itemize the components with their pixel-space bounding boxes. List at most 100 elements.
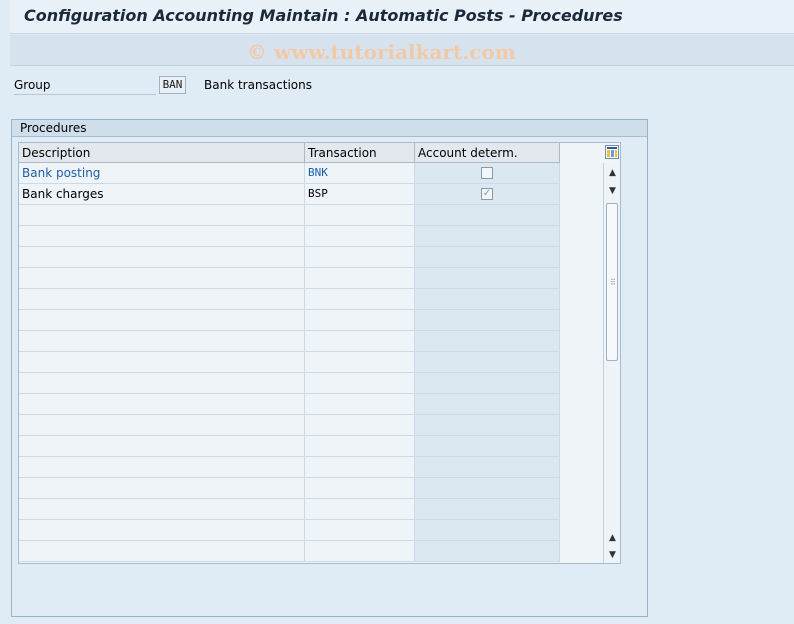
cell-account-determ [415, 457, 560, 477]
cell-description[interactable] [19, 310, 305, 330]
cell-description[interactable] [19, 373, 305, 393]
scrollbar-thumb[interactable]: ⠿ [606, 203, 618, 361]
table-row[interactable]: Bank charges BSP ✓ [19, 184, 560, 205]
table-row[interactable] [19, 247, 560, 268]
cell-account-determ [415, 352, 560, 372]
cell-transaction[interactable]: BSP [305, 184, 415, 204]
account-determ-checkbox[interactable]: ✓ [481, 188, 493, 200]
cell-description[interactable] [19, 499, 305, 519]
cell-transaction[interactable] [305, 373, 415, 393]
cell-description[interactable] [19, 205, 305, 225]
cell-description[interactable]: Bank posting [19, 163, 305, 183]
table-row[interactable] [19, 310, 560, 331]
cell-description[interactable] [19, 415, 305, 435]
title-bar: Configuration Accounting Maintain : Auto… [10, 0, 794, 34]
table-row[interactable] [19, 457, 560, 478]
cell-account-determ [415, 520, 560, 540]
cell-description[interactable]: Bank charges [19, 184, 305, 204]
cell-description[interactable] [19, 247, 305, 267]
cell-transaction[interactable] [305, 289, 415, 309]
cell-account-determ [415, 247, 560, 267]
scroll-page-down-arrow-icon[interactable]: ▼ [606, 549, 619, 561]
cell-transaction[interactable] [305, 352, 415, 372]
cell-account-determ [415, 289, 560, 309]
vertical-scrollbar[interactable]: ▲ ▼ ⠿ ▲ ▼ [603, 163, 620, 563]
grip-icon: ⠿ [610, 278, 616, 287]
cell-account-determ: ✓ [415, 184, 560, 204]
watermark: © www.tutorialkart.com [247, 40, 516, 64]
cell-account-determ [415, 541, 560, 561]
cell-account-determ [415, 226, 560, 246]
table-row[interactable] [19, 331, 560, 352]
scroll-page-up-arrow-icon[interactable]: ▲ [606, 532, 619, 544]
cell-account-determ [415, 268, 560, 288]
cell-transaction[interactable] [305, 310, 415, 330]
cell-transaction[interactable] [305, 394, 415, 414]
cell-transaction[interactable] [305, 205, 415, 225]
table-row[interactable] [19, 205, 560, 226]
cell-account-determ [415, 310, 560, 330]
cell-transaction[interactable] [305, 478, 415, 498]
cell-account-determ [415, 478, 560, 498]
column-header-account-determ[interactable]: Account determ. [415, 143, 560, 163]
cell-transaction[interactable] [305, 457, 415, 477]
cell-transaction[interactable] [305, 331, 415, 351]
cell-transaction[interactable] [305, 541, 415, 561]
column-header-transaction[interactable]: Transaction [305, 143, 415, 163]
cell-account-determ [415, 436, 560, 456]
cell-description[interactable] [19, 541, 305, 561]
cell-account-determ [415, 415, 560, 435]
group-label: Group [14, 78, 156, 95]
group-field[interactable]: BAN [159, 76, 186, 94]
cell-account-determ [415, 394, 560, 414]
cell-description[interactable] [19, 520, 305, 540]
table-row[interactable] [19, 415, 560, 436]
table-row[interactable] [19, 541, 560, 562]
table-row[interactable] [19, 373, 560, 394]
cell-description[interactable] [19, 457, 305, 477]
cell-description[interactable] [19, 226, 305, 246]
procedures-frame-title: Procedures [12, 120, 647, 137]
cell-description[interactable] [19, 331, 305, 351]
account-determ-checkbox[interactable] [481, 167, 493, 179]
group-description: Bank transactions [204, 78, 312, 92]
table-row[interactable]: Bank posting BNK [19, 163, 560, 184]
cell-transaction[interactable] [305, 415, 415, 435]
cell-account-determ [415, 205, 560, 225]
cell-transaction[interactable] [305, 247, 415, 267]
table-settings-icon[interactable] [605, 145, 619, 159]
table-row[interactable] [19, 520, 560, 541]
table-header: Description Transaction Account determ. [19, 143, 560, 163]
cell-description[interactable] [19, 394, 305, 414]
cell-transaction[interactable]: BNK [305, 163, 415, 183]
scroll-up-arrow-icon[interactable]: ▲ [606, 167, 619, 179]
procedures-frame: Procedures Description Transaction Accou… [11, 119, 648, 617]
checkmark-icon: ✓ [482, 188, 492, 199]
procedures-table: Description Transaction Account determ. … [18, 142, 621, 564]
cell-transaction[interactable] [305, 268, 415, 288]
cell-description[interactable] [19, 268, 305, 288]
column-header-description[interactable]: Description [19, 143, 305, 163]
cell-account-determ [415, 373, 560, 393]
cell-transaction[interactable] [305, 499, 415, 519]
table-row[interactable] [19, 352, 560, 373]
table-row[interactable] [19, 499, 560, 520]
table-row[interactable] [19, 436, 560, 457]
cell-account-determ [415, 163, 560, 183]
window-title: Configuration Accounting Maintain : Auto… [24, 6, 623, 25]
table-row[interactable] [19, 394, 560, 415]
table-row[interactable] [19, 289, 560, 310]
cell-transaction[interactable] [305, 226, 415, 246]
cell-description[interactable] [19, 352, 305, 372]
cell-transaction[interactable] [305, 520, 415, 540]
cell-account-determ [415, 331, 560, 351]
cell-description[interactable] [19, 436, 305, 456]
cell-transaction[interactable] [305, 436, 415, 456]
cell-description[interactable] [19, 289, 305, 309]
table-row[interactable] [19, 268, 560, 289]
table-row[interactable] [19, 226, 560, 247]
cell-account-determ [415, 499, 560, 519]
scroll-down-arrow-icon[interactable]: ▼ [606, 185, 619, 197]
cell-description[interactable] [19, 478, 305, 498]
table-row[interactable] [19, 478, 560, 499]
